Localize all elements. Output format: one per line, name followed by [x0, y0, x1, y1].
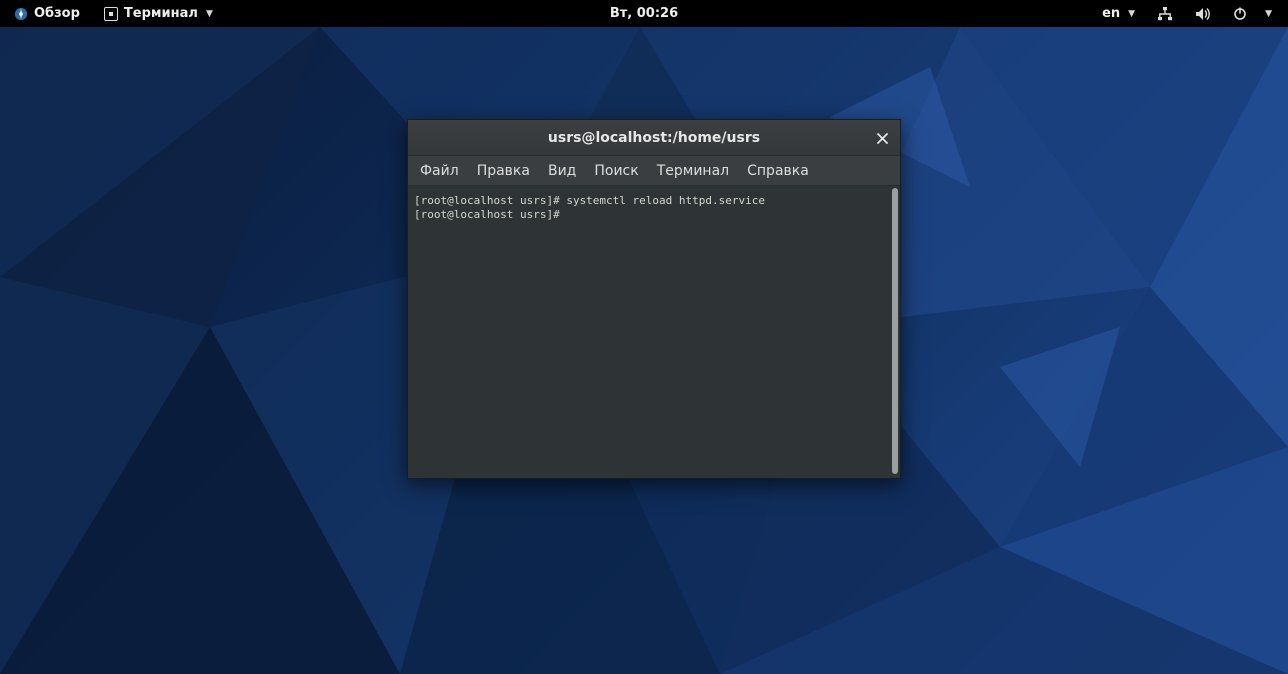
activities-label: Обзор [34, 6, 80, 21]
taskbar-active-app[interactable]: Терминал ▼ [98, 2, 219, 25]
terminal-title: usrs@localhost:/home/usrs [548, 130, 760, 146]
activities-button[interactable]: Обзор [8, 2, 86, 25]
terminal-menubar: Файл Правка Вид Поиск Терминал Справка [408, 156, 900, 186]
input-language-label: en [1102, 6, 1120, 21]
volume-icon[interactable] [1189, 3, 1217, 25]
menu-edit[interactable]: Правка [469, 159, 538, 183]
terminal-app-icon [104, 7, 118, 21]
chevron-down-icon: ▼ [1265, 9, 1272, 19]
terminal-output[interactable]: [root@localhost usrs]# systemctl reload … [408, 186, 890, 478]
terminal-titlebar[interactable]: usrs@localhost:/home/usrs [408, 120, 900, 156]
taskbar-app-label: Терминал [124, 6, 198, 21]
terminal-body: [root@localhost usrs]# systemctl reload … [408, 186, 900, 478]
system-menu-chevron[interactable]: ▼ [1263, 5, 1278, 23]
menu-file[interactable]: Файл [412, 159, 467, 183]
network-icon[interactable] [1151, 3, 1179, 25]
close-icon [877, 133, 888, 144]
menu-search[interactable]: Поиск [586, 159, 646, 183]
power-icon[interactable] [1227, 3, 1253, 25]
input-language-indicator[interactable]: en ▼ [1096, 2, 1141, 25]
menu-help[interactable]: Справка [739, 159, 817, 183]
terminal-scrollbar[interactable] [890, 186, 900, 478]
chevron-down-icon: ▼ [1128, 9, 1135, 19]
close-button[interactable] [870, 126, 894, 150]
clock-button[interactable]: Вт, 00:26 [604, 2, 684, 25]
menu-terminal[interactable]: Терминал [649, 159, 737, 183]
scrollbar-thumb[interactable] [892, 188, 898, 474]
terminal-window: usrs@localhost:/home/usrs Файл Правка Ви… [407, 119, 901, 479]
clock-label: Вт, 00:26 [610, 6, 678, 21]
chevron-down-icon: ▼ [206, 9, 213, 19]
distro-logo-icon [14, 7, 28, 21]
gnome-topbar: Обзор Терминал ▼ Вт, 00:26 en ▼ [0, 0, 1288, 27]
menu-view[interactable]: Вид [540, 159, 584, 183]
